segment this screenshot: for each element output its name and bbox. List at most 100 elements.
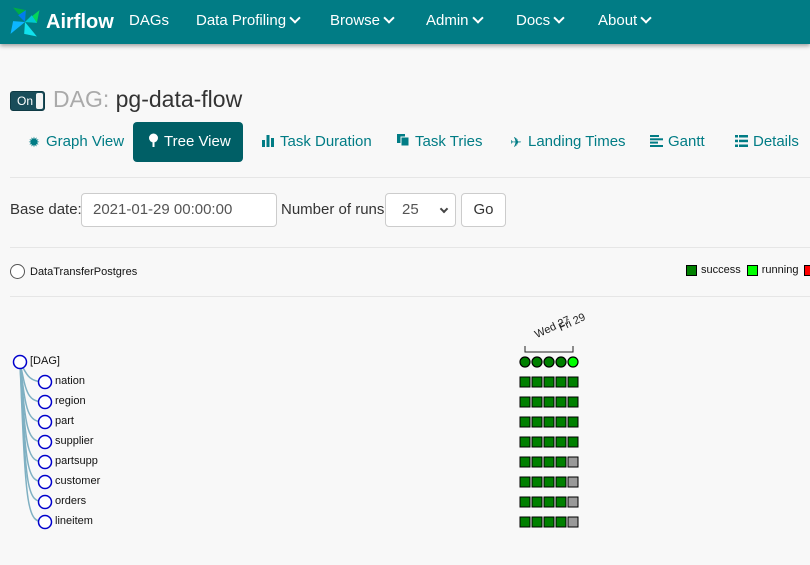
task-instance-square[interactable] bbox=[519, 376, 531, 388]
task-node[interactable] bbox=[37, 374, 53, 390]
num-runs-label: Number of runs: bbox=[281, 201, 389, 218]
task-label: part bbox=[55, 415, 74, 427]
task-instance-square[interactable] bbox=[543, 416, 555, 428]
nav-docs[interactable]: Docs bbox=[516, 11, 565, 29]
chevron-down-icon bbox=[640, 11, 652, 24]
nav-dags[interactable]: DAGs bbox=[129, 12, 169, 29]
tab-label: Details bbox=[753, 133, 799, 150]
dag-pause-toggle[interactable]: On bbox=[10, 91, 45, 111]
task-instance-square[interactable] bbox=[531, 496, 543, 508]
tab-gantt[interactable]: Gantt bbox=[648, 122, 705, 162]
task-node[interactable] bbox=[37, 514, 53, 530]
nav-about-label: About bbox=[598, 12, 638, 29]
task-instance-square[interactable] bbox=[555, 456, 567, 468]
legend-label: success bbox=[701, 264, 741, 276]
nav-data-profiling-label: Data Profiling bbox=[196, 12, 287, 29]
task-instance-square[interactable] bbox=[519, 436, 531, 448]
nav-browse-label: Browse bbox=[330, 12, 381, 29]
task-instance-square[interactable] bbox=[543, 516, 555, 528]
task-node[interactable] bbox=[37, 434, 53, 450]
legend-item-failed[interactable] bbox=[804, 264, 810, 276]
chevron-down-icon bbox=[439, 204, 449, 214]
tab-graph-view[interactable]: ✹ Graph View bbox=[26, 122, 124, 162]
dag-run-circle[interactable] bbox=[567, 356, 579, 368]
task-instance-square[interactable] bbox=[555, 496, 567, 508]
task-label: customer bbox=[55, 475, 101, 487]
go-button[interactable]: Go bbox=[461, 193, 506, 227]
task-instance-square[interactable] bbox=[543, 496, 555, 508]
task-instance-square[interactable] bbox=[519, 396, 531, 408]
legend-swatch bbox=[746, 264, 758, 276]
legend-item-success[interactable]: success bbox=[686, 264, 741, 276]
task-instance-square[interactable] bbox=[555, 416, 567, 428]
num-runs-select[interactable]: 25 bbox=[385, 193, 456, 227]
nav-about[interactable]: About bbox=[598, 11, 652, 29]
task-instance-square[interactable] bbox=[567, 496, 579, 508]
tab-details[interactable]: Details bbox=[733, 122, 799, 162]
task-instance-square[interactable] bbox=[567, 436, 579, 448]
task-node[interactable] bbox=[37, 414, 53, 430]
task-instance-square[interactable] bbox=[555, 376, 567, 388]
task-node[interactable] bbox=[37, 494, 53, 510]
task-instance-square[interactable] bbox=[531, 456, 543, 468]
toggle-label: On bbox=[17, 94, 34, 108]
plane-icon: ✈ bbox=[510, 134, 522, 150]
dag-run-circle[interactable] bbox=[519, 356, 531, 368]
nav-admin[interactable]: Admin bbox=[426, 11, 484, 29]
task-instance-square[interactable] bbox=[531, 376, 543, 388]
tree-icon bbox=[147, 122, 160, 162]
task-instance-square[interactable] bbox=[531, 516, 543, 528]
task-instance-square[interactable] bbox=[555, 436, 567, 448]
tab-label: Task Duration bbox=[280, 133, 372, 150]
task-node[interactable] bbox=[37, 394, 53, 410]
task-instance-square[interactable] bbox=[567, 476, 579, 488]
dag-name: pg-data-flow bbox=[115, 86, 243, 112]
task-instance-square[interactable] bbox=[555, 516, 567, 528]
task-label: orders bbox=[55, 495, 87, 507]
legend-label: running bbox=[761, 264, 799, 276]
dag-root-label: [DAG] bbox=[30, 355, 60, 367]
task-instance-square[interactable] bbox=[531, 396, 543, 408]
legend-item-running[interactable]: running bbox=[746, 264, 799, 276]
task-instance-square[interactable] bbox=[543, 396, 555, 408]
tab-task-duration[interactable]: Task Duration bbox=[260, 122, 372, 162]
task-instance-square[interactable] bbox=[543, 476, 555, 488]
task-instance-square[interactable] bbox=[543, 376, 555, 388]
tab-task-tries[interactable]: Task Tries bbox=[395, 122, 483, 162]
task-instance-square[interactable] bbox=[519, 476, 531, 488]
task-node[interactable] bbox=[37, 474, 53, 490]
task-label: lineitem bbox=[55, 515, 93, 527]
brand[interactable]: Airflow bbox=[8, 4, 114, 40]
base-date-input[interactable]: 2021-01-29 00:00:00 bbox=[81, 193, 277, 227]
task-instance-square[interactable] bbox=[567, 516, 579, 528]
task-label: nation bbox=[55, 375, 85, 387]
task-instance-square[interactable] bbox=[519, 416, 531, 428]
task-instance-square[interactable] bbox=[555, 396, 567, 408]
tab-tree-view[interactable]: Tree View bbox=[133, 122, 243, 162]
task-instance-square[interactable] bbox=[567, 376, 579, 388]
dag-run-circle[interactable] bbox=[543, 356, 555, 368]
tab-landing-times[interactable]: ✈ Landing Times bbox=[508, 122, 625, 162]
chevron-down-icon bbox=[383, 11, 395, 24]
base-date-label: Base date: bbox=[10, 201, 82, 218]
task-node[interactable] bbox=[37, 454, 53, 470]
task-instance-square[interactable] bbox=[543, 456, 555, 468]
task-instance-square[interactable] bbox=[567, 456, 579, 468]
task-instance-square[interactable] bbox=[555, 476, 567, 488]
task-instance-square[interactable] bbox=[519, 516, 531, 528]
dag-root-node[interactable] bbox=[12, 354, 28, 370]
task-instance-square[interactable] bbox=[567, 396, 579, 408]
task-instance-square[interactable] bbox=[519, 496, 531, 508]
task-instance-square[interactable] bbox=[567, 416, 579, 428]
dag-run-circle[interactable] bbox=[555, 356, 567, 368]
task-instance-square[interactable] bbox=[531, 476, 543, 488]
task-instance-square[interactable] bbox=[519, 456, 531, 468]
task-instance-square[interactable] bbox=[531, 436, 543, 448]
tab-label: Graph View bbox=[46, 133, 125, 150]
nav-browse[interactable]: Browse bbox=[330, 11, 395, 29]
top-navbar: Airflow DAGs Data Profiling Browse Admin… bbox=[0, 0, 810, 44]
dag-run-circle[interactable] bbox=[531, 356, 543, 368]
task-instance-square[interactable] bbox=[543, 436, 555, 448]
task-instance-square[interactable] bbox=[531, 416, 543, 428]
nav-data-profiling[interactable]: Data Profiling bbox=[196, 11, 301, 29]
